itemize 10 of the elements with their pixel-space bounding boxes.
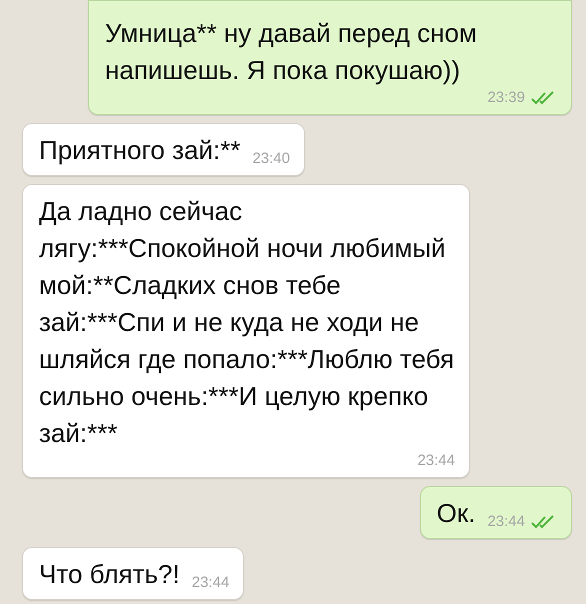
message-time: 23:44 [487, 513, 525, 530]
message-text: Ок. [436, 497, 476, 530]
message-text: Что блять?! [39, 558, 180, 591]
message-time: 23:44 [192, 574, 230, 591]
message-text: Да ладно сейчас лягу:***Спокойной ночи любимый мой:**Сладких снов тебе зай:***Спи и не куда не ходи не шляйся где попало:***Люблю тебя сильно очень:***И целую крепко зай:*** [39, 195, 455, 450]
message-text: Умница** ну давай перед сном напишешь. Я пока покушаю)) [105, 17, 478, 87]
message-time: 23:44 [417, 452, 455, 469]
message-time: 23:39 [487, 89, 525, 106]
message-time: 23:40 [252, 150, 290, 167]
message-text: Приятного зай:** [39, 134, 240, 167]
